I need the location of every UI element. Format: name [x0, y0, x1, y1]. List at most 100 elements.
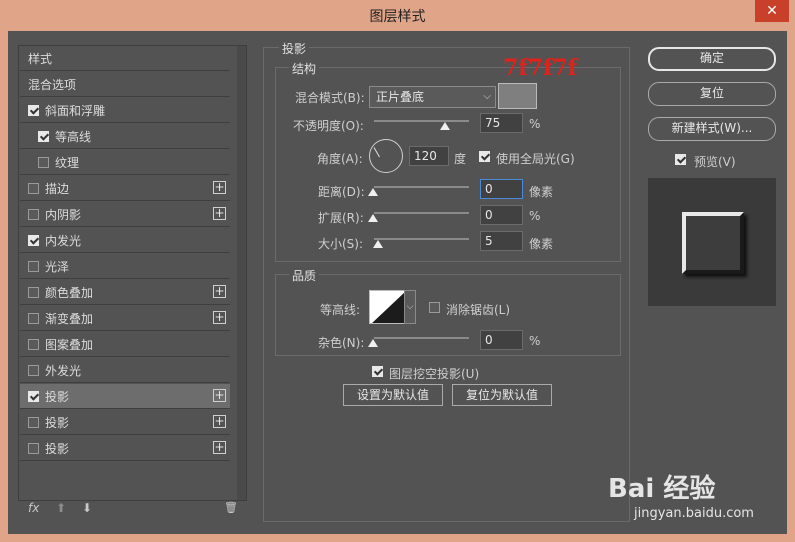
add-effect-icon[interactable]: +	[213, 285, 226, 298]
noise-slider-track[interactable]	[374, 337, 469, 339]
spread-slider-thumb[interactable]	[368, 214, 378, 222]
spread-slider-track[interactable]	[374, 212, 469, 214]
watermark-url: jingyan.baidu.com	[634, 506, 754, 521]
style-list-item[interactable]: 样式	[20, 46, 230, 71]
reset-default-button[interactable]: 复位为默认值	[452, 384, 552, 406]
noise-input[interactable]: 0	[480, 330, 523, 350]
style-list-item-label: 投影	[45, 441, 70, 456]
preview-square	[682, 212, 744, 274]
close-button[interactable]: ✕	[755, 0, 789, 22]
distance-slider-track[interactable]	[374, 186, 469, 188]
style-checkbox[interactable]	[28, 234, 39, 246]
ok-button[interactable]: 确定	[648, 47, 776, 71]
shadow-color-swatch[interactable]	[498, 83, 537, 109]
reset-button[interactable]: 复位	[648, 82, 776, 106]
style-checkbox[interactable]	[38, 130, 49, 142]
style-list-item[interactable]: 等高线	[20, 124, 230, 149]
style-list-item-label: 样式	[28, 51, 53, 66]
move-down-button[interactable]: ⬇	[82, 501, 92, 515]
add-effect-icon[interactable]: +	[213, 207, 226, 220]
style-checkbox[interactable]	[28, 442, 39, 454]
add-effect-icon[interactable]: +	[213, 311, 226, 324]
style-list-item[interactable]: 内阴影 +	[20, 202, 230, 227]
style-checkbox[interactable]	[28, 390, 39, 402]
style-checkbox[interactable]	[28, 416, 39, 428]
angle-unit: 度	[454, 152, 467, 166]
style-checkbox[interactable]	[38, 156, 49, 168]
layer-style-dialog: 样式 混合选项 斜面和浮雕 等高线 纹理 描边 + 内阴影 + 内发光 光泽 颜色叠加 + 渐变叠加 + 图案…	[8, 31, 787, 534]
angle-input[interactable]: 120	[409, 146, 449, 166]
add-effect-icon[interactable]: +	[213, 181, 226, 194]
opacity-slider-thumb[interactable]	[440, 122, 450, 130]
move-up-button[interactable]: ⬆	[56, 501, 66, 515]
style-list-item[interactable]: 图案叠加	[20, 332, 230, 357]
style-list-item[interactable]: 外发光	[20, 358, 230, 383]
noise-slider-thumb[interactable]	[368, 339, 378, 347]
add-effect-icon[interactable]: +	[213, 389, 226, 402]
style-list-item-label: 投影	[45, 389, 70, 404]
opacity-input[interactable]: 75	[480, 113, 523, 133]
style-checkbox[interactable]	[28, 104, 39, 116]
delete-button[interactable]: 🗑	[224, 501, 238, 514]
angle-dial[interactable]	[369, 139, 403, 173]
size-input[interactable]: 5	[480, 231, 523, 251]
window-title: 图层样式	[369, 9, 426, 25]
style-list-item[interactable]: 光泽	[20, 254, 230, 279]
size-unit: 像素	[529, 237, 554, 251]
size-label: 大小(S):	[318, 237, 364, 251]
drop-shadow-title: 投影	[279, 40, 310, 57]
global-light-checkbox[interactable]	[479, 151, 490, 162]
preview-checkbox[interactable]	[675, 154, 686, 165]
contour-preview[interactable]	[369, 290, 405, 324]
antialias-checkbox[interactable]	[429, 302, 440, 313]
add-effect-icon[interactable]: +	[213, 415, 226, 428]
noise-unit: %	[529, 334, 541, 348]
style-list: 样式 混合选项 斜面和浮雕 等高线 纹理 描边 + 内阴影 + 内发光 光泽 颜色叠加 + 渐变叠加 + 图案…	[18, 45, 247, 501]
style-checkbox[interactable]	[28, 260, 39, 272]
new-style-button[interactable]: 新建样式(W)...	[648, 117, 776, 141]
style-list-item[interactable]: 投影 +	[20, 410, 230, 435]
style-checkbox[interactable]	[28, 208, 39, 220]
style-checkbox[interactable]	[28, 286, 39, 298]
style-list-item[interactable]: 描边 +	[20, 176, 230, 201]
style-list-item-label: 纹理	[55, 155, 80, 170]
style-list-item[interactable]: 混合选项	[20, 72, 230, 97]
spread-input[interactable]: 0	[480, 205, 523, 225]
angle-dial-needle	[373, 147, 380, 158]
opacity-slider-track[interactable]	[374, 120, 469, 122]
title-bar: 图层样式 ✕	[0, 0, 795, 30]
blend-mode-label: 混合模式(B):	[295, 91, 365, 105]
preview-thumbnail	[648, 178, 776, 306]
style-list-item-label: 描边	[45, 181, 70, 196]
size-slider-thumb[interactable]	[373, 240, 383, 248]
blend-mode-select[interactable]: 正片叠底 ⌵	[369, 86, 496, 108]
style-list-item[interactable]: 投影 +	[20, 436, 230, 461]
set-default-button[interactable]: 设置为默认值	[343, 384, 443, 406]
spread-unit: %	[529, 209, 541, 223]
style-checkbox[interactable]	[28, 364, 39, 376]
style-list-toolbar: fx ⬆ ⬇ 🗑	[26, 501, 248, 521]
style-list-item-label: 渐变叠加	[45, 311, 94, 326]
preview-label: 预览(V)	[694, 155, 736, 169]
global-light-label: 使用全局光(G)	[496, 152, 575, 166]
distance-slider-thumb[interactable]	[368, 188, 378, 196]
style-checkbox[interactable]	[28, 182, 39, 194]
add-effect-icon[interactable]: +	[213, 441, 226, 454]
angle-label: 角度(A):	[317, 152, 363, 166]
contour-dropdown-button[interactable]: ⌵	[404, 290, 416, 324]
style-checkbox[interactable]	[28, 312, 39, 324]
knockout-checkbox[interactable]	[372, 366, 383, 377]
style-list-item-label: 等高线	[55, 129, 92, 144]
style-list-scrollbar[interactable]	[237, 46, 246, 500]
opacity-label: 不透明度(O):	[293, 119, 364, 133]
distance-input[interactable]: 0	[480, 179, 523, 199]
fx-button[interactable]: fx	[28, 501, 39, 515]
size-slider-track[interactable]	[374, 238, 469, 240]
style-checkbox[interactable]	[28, 338, 39, 350]
style-list-item[interactable]: 渐变叠加 +	[20, 306, 230, 331]
style-list-item[interactable]: 颜色叠加 +	[20, 280, 230, 305]
style-list-item[interactable]: 内发光	[20, 228, 230, 253]
style-list-item[interactable]: 纹理	[20, 150, 230, 175]
style-list-item[interactable]: 斜面和浮雕	[20, 98, 230, 123]
style-list-item[interactable]: 投影 +	[20, 384, 230, 409]
